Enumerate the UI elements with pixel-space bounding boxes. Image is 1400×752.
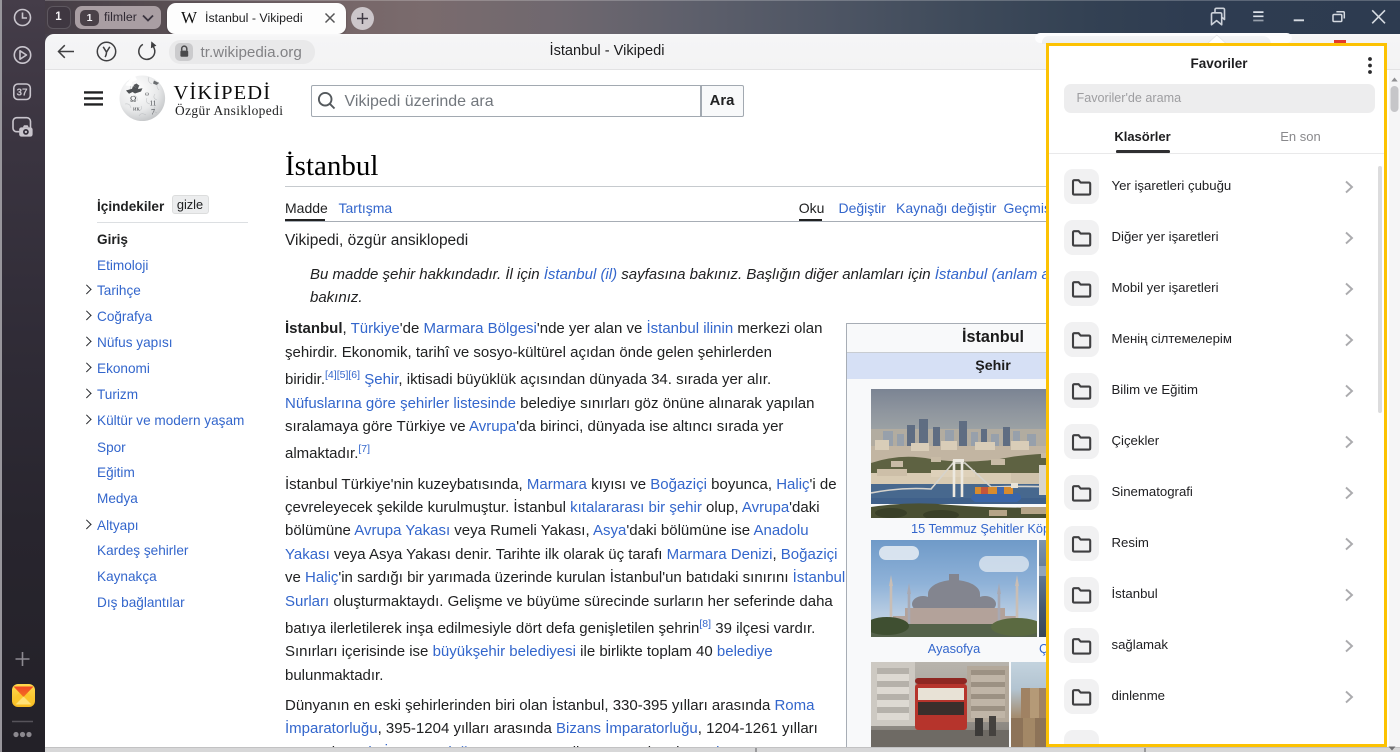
svg-text:7: 7 — [151, 108, 155, 117]
svg-text:ω: ω — [145, 92, 149, 98]
svg-text:37: 37 — [16, 88, 28, 99]
svg-text:Ω: Ω — [130, 94, 136, 104]
svg-text:ик: ик — [133, 106, 140, 113]
svg-text:11: 11 — [150, 100, 157, 108]
